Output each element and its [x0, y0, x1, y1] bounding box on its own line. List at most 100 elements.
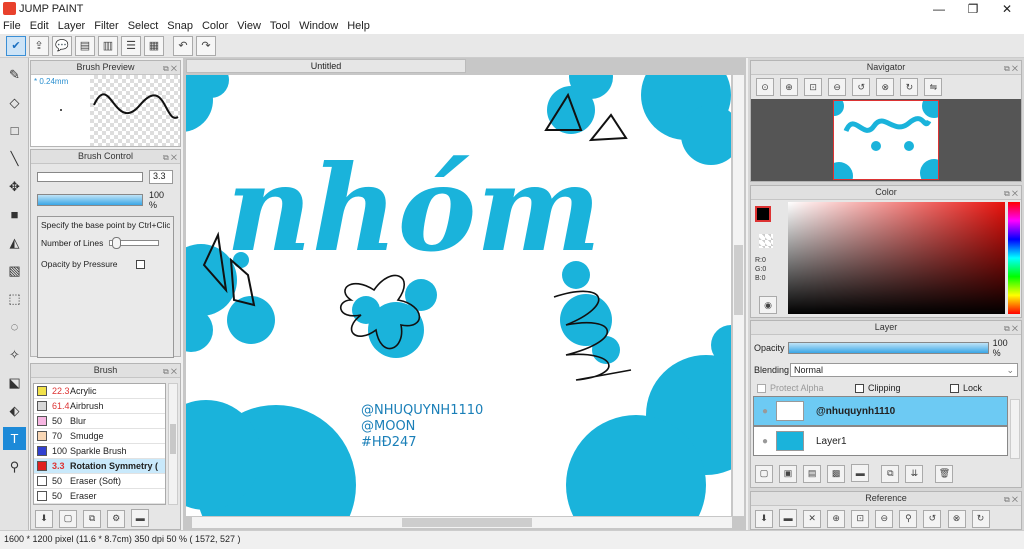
zoom-actual-icon[interactable]: ⊡ — [804, 78, 823, 96]
menu-view[interactable]: View — [237, 20, 261, 32]
layer-row[interactable]: ● @nhuquynh1110 — [753, 396, 1008, 426]
brush-download-icon[interactable]: ⬇ — [35, 509, 53, 528]
visibility-icon[interactable]: ● — [754, 436, 776, 447]
palette-icon[interactable]: ◉ — [759, 296, 777, 314]
maximize-button[interactable]: ❐ — [956, 2, 990, 16]
close-button[interactable]: ✕ — [990, 2, 1024, 16]
brush-folder-icon[interactable]: ▬ — [131, 509, 150, 527]
brush-item-selected[interactable]: 3.3 Rotation Symmetry ( — [34, 459, 165, 474]
reference-open-icon[interactable]: ▬ — [779, 509, 798, 527]
lock-checkbox[interactable] — [950, 383, 959, 393]
reference-zoom-out-icon[interactable]: ⊖ — [875, 509, 894, 528]
brush-item[interactable]: 50 Eraser — [34, 489, 165, 504]
brush-size-value[interactable]: 3.3 — [149, 170, 173, 184]
panel-controls-icon[interactable]: ⧉ ✕ — [1004, 62, 1018, 75]
select-eraser-tool-icon[interactable]: ⬖ — [3, 399, 26, 422]
blending-select[interactable]: Normal ⌄ — [790, 363, 1018, 377]
canvas-horizontal-scrollbar[interactable] — [192, 517, 732, 528]
transparent-color-swatch[interactable] — [759, 234, 773, 248]
brush-opacity-slider[interactable] — [37, 194, 143, 206]
line-tool-icon[interactable]: ╲ — [3, 147, 26, 170]
brush-list-scrollbar[interactable] — [168, 383, 178, 505]
brush-settings-icon[interactable]: ⚙ — [107, 509, 126, 528]
new-layer-1bit-icon[interactable]: ▤ — [803, 464, 822, 483]
pen-tool-icon[interactable]: ✎ — [3, 63, 26, 86]
text-tool-icon[interactable]: T — [3, 427, 26, 450]
move-tool-icon[interactable]: ✥ — [3, 175, 26, 198]
upload-icon[interactable]: ⇪ — [29, 35, 49, 56]
menu-snap[interactable]: Snap — [167, 20, 193, 32]
panel-controls-icon[interactable]: ⧉ ✕ — [1004, 187, 1018, 200]
reference-reset-icon[interactable]: ⊗ — [947, 509, 966, 528]
lasso-tool-icon[interactable]: ◌ — [3, 315, 26, 338]
brush-item[interactable]: 61.4 Airbrush — [34, 399, 165, 414]
select-pen-tool-icon[interactable]: ⬕ — [3, 371, 26, 394]
brush-item[interactable]: 50 Blur — [34, 414, 165, 429]
clipping-checkbox[interactable] — [855, 383, 864, 393]
panel-controls-icon[interactable]: ⧉ ✕ — [163, 151, 177, 164]
document-icon[interactable]: ▥ — [98, 35, 118, 56]
merge-layer-icon[interactable]: ⇊ — [905, 464, 924, 483]
menu-filter[interactable]: Filter — [94, 20, 118, 32]
menu-tool[interactable]: Tool — [270, 20, 290, 32]
menu-select[interactable]: Select — [128, 20, 159, 32]
hue-slider[interactable] — [1008, 202, 1020, 314]
flip-icon[interactable]: ⇋ — [924, 78, 943, 96]
new-layer-icon[interactable]: ▢ — [755, 464, 773, 483]
fill-rect-tool-icon[interactable]: ■ — [3, 203, 26, 226]
rotate-left-icon[interactable]: ↺ — [852, 78, 871, 96]
new-halftone-layer-icon[interactable]: ▩ — [827, 464, 846, 483]
grid-icon[interactable]: ▦ — [144, 35, 164, 56]
reference-zoom-in-icon[interactable]: ⊕ — [827, 509, 846, 528]
lasso-rect-tool-icon[interactable]: ⬚ — [3, 287, 26, 310]
menu-help[interactable]: Help — [347, 20, 370, 32]
magic-wand-tool-icon[interactable]: ✧ — [3, 343, 26, 366]
panel-controls-icon[interactable]: ⧉ ✕ — [163, 62, 177, 75]
select-rect-tool-icon[interactable]: □ — [3, 119, 26, 142]
layer-list-scrollbar[interactable] — [1010, 399, 1020, 459]
document-tab[interactable]: Untitled — [186, 59, 466, 73]
visibility-icon[interactable]: ● — [754, 406, 776, 417]
brush-item[interactable]: 70 Smudge — [34, 429, 165, 444]
zoom-in-icon[interactable]: ⊕ — [780, 78, 799, 96]
delete-layer-icon[interactable]: 🗑 — [935, 464, 954, 483]
navigator-preview[interactable] — [751, 99, 1021, 181]
reference-rotate-left-icon[interactable]: ↺ — [923, 509, 942, 528]
menu-file[interactable]: File — [3, 20, 21, 32]
brush-copy-icon[interactable]: ⧉ — [83, 509, 102, 528]
menu-layer[interactable]: Layer — [58, 20, 86, 32]
redo-icon[interactable]: ↷ — [196, 35, 216, 56]
layer-opacity-slider[interactable] — [787, 342, 989, 354]
color-picker-square[interactable] — [788, 202, 1005, 314]
menu-edit[interactable]: Edit — [30, 20, 49, 32]
pressure-checkbox[interactable] — [135, 259, 145, 269]
zoom-fit-icon[interactable]: ⊙ — [756, 78, 774, 96]
comment-icon[interactable]: 💬 — [52, 35, 72, 56]
reference-close-icon[interactable]: ✕ — [803, 509, 822, 528]
eraser-tool-icon[interactable]: ◇ — [3, 91, 26, 114]
foreground-color-swatch[interactable] — [755, 206, 771, 222]
reference-rotate-right-icon[interactable]: ↻ — [971, 509, 990, 528]
brush-size-slider[interactable] — [37, 172, 143, 182]
bucket-tool-icon[interactable]: ◭ — [3, 231, 26, 254]
panel-icon[interactable]: ▤ — [75, 35, 95, 56]
brush-item[interactable]: 50 Eraser (Soft) — [34, 474, 165, 489]
eyedropper-tool-icon[interactable]: ⚲ — [3, 455, 26, 478]
reset-view-icon[interactable]: ⊗ — [876, 78, 895, 96]
reference-download-icon[interactable]: ⬇ — [755, 509, 773, 528]
protect-alpha-checkbox[interactable] — [757, 383, 766, 393]
check-icon[interactable]: ✔ — [6, 35, 26, 56]
minimize-button[interactable]: — — [922, 2, 956, 16]
brush-item[interactable]: 100 Sparkle Brush — [34, 444, 165, 459]
panel-controls-icon[interactable]: ⧉ ✕ — [163, 365, 177, 378]
brush-new-icon[interactable]: ▢ — [59, 509, 78, 528]
reference-zoom-actual-icon[interactable]: ⊡ — [851, 509, 870, 528]
new-layer-8bit-icon[interactable]: ▣ — [779, 464, 798, 483]
panel-controls-icon[interactable]: ⧉ ✕ — [1004, 493, 1018, 506]
menu-color[interactable]: Color — [202, 20, 228, 32]
lines-slider[interactable] — [109, 237, 160, 249]
zoom-out-icon[interactable]: ⊖ — [828, 78, 847, 96]
undo-icon[interactable]: ↶ — [173, 35, 193, 56]
panel-controls-icon[interactable]: ⧉ ✕ — [1004, 322, 1018, 335]
rotate-right-icon[interactable]: ↻ — [900, 78, 919, 96]
